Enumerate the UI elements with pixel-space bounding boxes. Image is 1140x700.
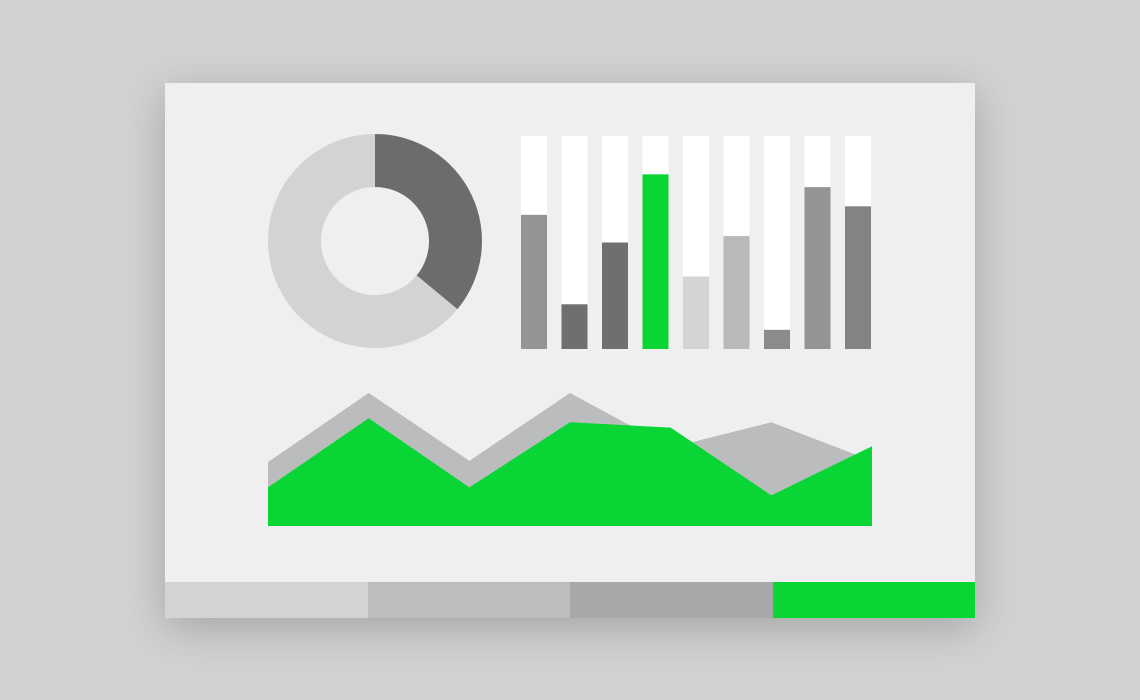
bar-track [764, 136, 790, 349]
footer-segment [367, 582, 570, 618]
footer-segment [165, 582, 368, 618]
footer-color-bar [165, 582, 975, 618]
bar [521, 214, 547, 349]
bar [561, 304, 588, 349]
dashboard-charts [268, 134, 872, 526]
footer-segment [570, 582, 773, 618]
bar [845, 206, 871, 349]
donut-slice [375, 134, 482, 310]
bar [804, 187, 831, 349]
area-chart [268, 393, 872, 526]
bar-chart [521, 136, 871, 349]
bar [602, 242, 628, 349]
bar [683, 276, 709, 349]
bar [764, 329, 790, 349]
donut-chart [268, 134, 482, 348]
footer-segment [772, 582, 975, 618]
bar [642, 174, 669, 349]
dashboard-panel [165, 83, 975, 618]
bar [723, 236, 750, 349]
